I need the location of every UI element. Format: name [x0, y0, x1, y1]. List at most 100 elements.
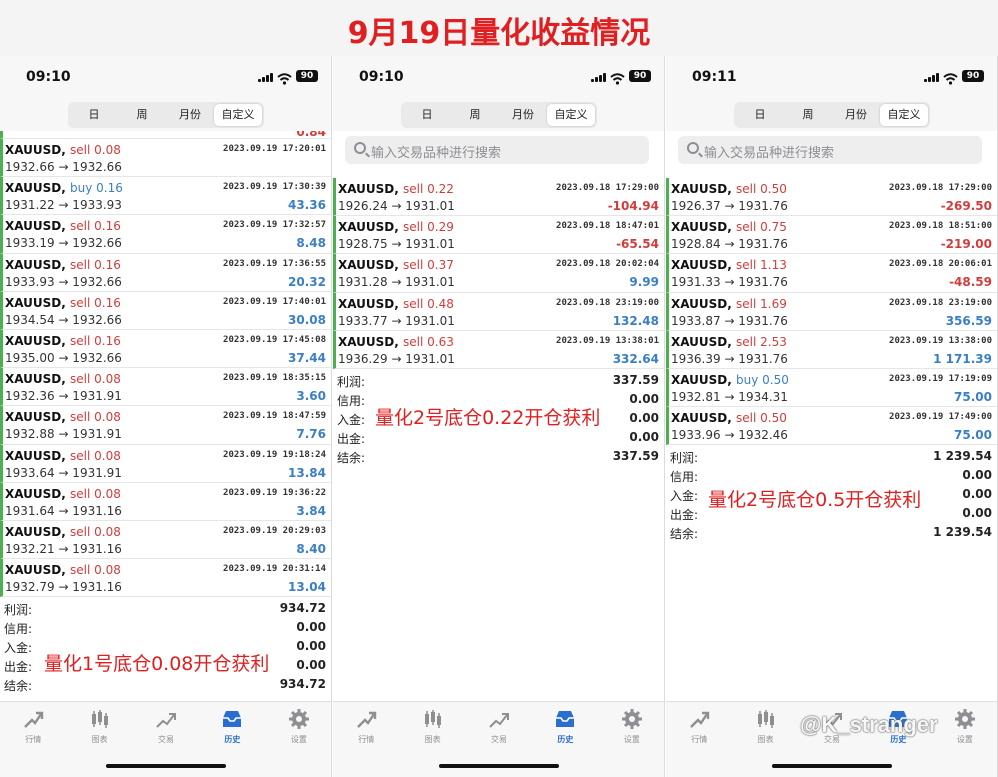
- trade-row[interactable]: XAUUSD, sell 1.13 2023.09.18 20:06:01 1931…: [666, 254, 998, 293]
- trade-symbol: XAUUSD, sell 1.13: [671, 258, 787, 272]
- trade-symbol: XAUUSD, sell 0.16: [5, 296, 121, 310]
- trade-row[interactable]: XAUUSD, sell 0.08 2023.09.19 20:31:14 1932…: [0, 559, 332, 598]
- trade-profit: 43.36: [288, 198, 326, 213]
- segment-1[interactable]: 周: [118, 104, 166, 126]
- trade-prices: 1936.29 → 1931.01: [338, 351, 455, 366]
- bottom-tab-bar: 行情 图表 交易 历史 设置: [0, 701, 332, 777]
- trade-profit: -269.50: [940, 199, 992, 213]
- trade-row[interactable]: XAUUSD, sell 0.37 2023.09.18 20:02:04 1931…: [333, 254, 665, 293]
- trade-prices: 1936.39 → 1931.76: [671, 351, 788, 366]
- tab-settings[interactable]: 设置: [932, 708, 998, 748]
- segment-0[interactable]: 日: [70, 104, 118, 126]
- trade-side: sell 0.22: [403, 182, 454, 196]
- symbol-name: XAUUSD,: [5, 448, 66, 463]
- trade-side: sell 0.08: [70, 563, 121, 578]
- home-indicator: [439, 764, 559, 768]
- trade-prices: 1926.37 → 1931.76: [671, 199, 788, 213]
- summary-label: 利润:: [4, 603, 33, 618]
- trade-row[interactable]: XAUUSD, sell 0.08 2023.09.19 18:35:15 1932…: [0, 368, 332, 407]
- trade-profit: 20.32: [288, 274, 326, 289]
- trade-profit: 3.84: [296, 503, 326, 518]
- search-input[interactable]: 输入交易品种进行搜索: [345, 136, 649, 164]
- trade-row[interactable]: XAUUSD, sell 0.08 2023.09.19 20:29:03 1932…: [0, 520, 332, 560]
- segment-0[interactable]: 日: [736, 104, 784, 126]
- trade-row[interactable]: XAUUSD, sell 0.29 2023.09.18 18:47:01 1928…: [333, 216, 665, 255]
- segment-1[interactable]: 周: [451, 104, 499, 126]
- tab-chart[interactable]: 图表: [399, 708, 465, 748]
- trade-prices: 1932.81 → 1934.31: [671, 389, 788, 404]
- segment-1[interactable]: 周: [784, 104, 832, 126]
- trade-row[interactable]: XAUUSD, sell 0.08 2023.09.19 18:47:59 1932…: [0, 406, 332, 445]
- period-navbar: 日周月份 自定义: [333, 94, 665, 131]
- summary-label: 入金:: [670, 489, 699, 504]
- trade-row[interactable]: XAUUSD, sell 0.08 2023.09.19 17:20:01 1932…: [0, 139, 332, 178]
- trade-datetime: 2023.09.18 23:19:00: [556, 297, 659, 308]
- summary-line: 信用: 0.00: [666, 466, 998, 485]
- trade-row[interactable]: XAUUSD, sell 0.16 2023.09.19 17:40:01 1934…: [0, 291, 332, 330]
- clock: 09:11: [692, 69, 737, 85]
- summary-value: 934.72: [279, 677, 326, 692]
- tab-history[interactable]: 历史: [532, 708, 598, 748]
- partial-profit: 0.84: [296, 131, 326, 139]
- trade-row[interactable]: XAUUSD, sell 0.08 2023.09.19 19:18:24 1933…: [0, 444, 332, 483]
- tab-settings[interactable]: 设置: [599, 708, 665, 748]
- trade-profit: 1 171.39: [933, 351, 992, 366]
- search-input[interactable]: 输入交易品种进行搜索: [678, 136, 982, 164]
- trade-side: sell 0.08: [70, 524, 121, 539]
- status-bar: 09:11 90: [666, 56, 998, 94]
- trade-side: buy 0.50: [736, 372, 789, 387]
- trade-row[interactable]: XAUUSD, sell 0.50 2023.09.18 17:29:00 1926…: [666, 178, 998, 217]
- segment-3[interactable]: 自定义: [214, 104, 262, 126]
- trade-row[interactable]: XAUUSD, sell 0.63 2023.09.19 13:38:01 1936…: [333, 330, 665, 369]
- symbol-name: XAUUSD,: [338, 182, 399, 196]
- trade-datetime: 2023.09.18 18:51:00: [889, 221, 992, 232]
- summary-value: 0.00: [629, 430, 659, 444]
- tab-quotes[interactable]: 行情: [333, 708, 399, 748]
- summary-label: 结余:: [4, 679, 33, 694]
- trade-prices: 1933.19 → 1932.66: [5, 236, 122, 251]
- summary-line: 利润: 1 239.54: [666, 447, 998, 466]
- tab-quotes[interactable]: 行情: [666, 708, 732, 748]
- trade-row[interactable]: XAUUSD, sell 0.16 2023.09.19 17:32:57 1933…: [0, 215, 332, 254]
- trade-row[interactable]: XAUUSD, sell 0.16 2023.09.19 17:36:55 1933…: [0, 253, 332, 292]
- search-placeholder: 输入交易品种进行搜索: [704, 146, 835, 161]
- period-navbar: 日周月份 自定义: [666, 94, 998, 131]
- trade-row[interactable]: XAUUSD, sell 0.75 2023.09.18 18:51:00 1928…: [666, 216, 998, 255]
- trade-datetime: 2023.09.19 13:38:01: [556, 335, 659, 346]
- quotes-icon: [0, 708, 66, 730]
- battery-icon: 90: [296, 70, 318, 82]
- tab-label: 行情: [25, 735, 42, 744]
- segment-3[interactable]: 自定义: [547, 104, 595, 126]
- tab-history[interactable]: 历史: [199, 708, 265, 748]
- tab-quotes[interactable]: 行情: [0, 708, 66, 748]
- segment-2[interactable]: 月份: [499, 104, 547, 126]
- summary-value: 1 239.54: [933, 525, 992, 540]
- tab-settings[interactable]: 设置: [266, 708, 332, 748]
- trade-row[interactable]: XAUUSD, buy 0.16 2023.09.19 17:30:39 1931.…: [0, 177, 332, 216]
- trade-prices: 1933.93 → 1932.66: [5, 274, 122, 289]
- trade-side: sell 0.08: [70, 448, 121, 463]
- trade-prices: 1933.77 → 1931.01: [338, 313, 455, 328]
- trade-row[interactable]: XAUUSD, sell 0.16 2023.09.19 17:45:08 1935…: [0, 329, 332, 369]
- tab-chart[interactable]: 图表: [66, 708, 132, 748]
- trade-row[interactable]: XAUUSD, buy 0.50 2023.09.19 17:19:09 1932.…: [666, 368, 998, 408]
- tab-trade[interactable]: 交易: [133, 708, 199, 748]
- tab-trade[interactable]: 交易: [466, 708, 532, 748]
- trade-row[interactable]: XAUUSD, sell 0.50 2023.09.19 17:49:00 1933…: [666, 407, 998, 446]
- trade-datetime: 2023.09.18 20:06:01: [889, 259, 992, 270]
- trade-list: XAUUSD, sell 0.22 2023.09.18 17:29:00 1926…: [333, 178, 665, 369]
- trade-datetime: 2023.09.19 19:36:22: [223, 487, 326, 498]
- tab-chart[interactable]: 图表: [732, 708, 798, 748]
- trade-row[interactable]: XAUUSD, sell 1.69 2023.09.18 23:19:00 1933…: [666, 292, 998, 331]
- trade-prices: 1928.84 → 1931.76: [671, 237, 788, 252]
- segment-3[interactable]: 自定义: [880, 104, 928, 126]
- segment-0[interactable]: 日: [403, 104, 451, 126]
- trade-side: sell 2.53: [736, 334, 787, 349]
- segment-2[interactable]: 月份: [832, 104, 880, 126]
- trade-row[interactable]: XAUUSD, sell 2.53 2023.09.19 13:38:00 1936…: [666, 330, 998, 369]
- trade-row[interactable]: XAUUSD, sell 0.48 2023.09.18 23:19:00 1933…: [333, 292, 665, 331]
- segment-2[interactable]: 月份: [166, 104, 214, 126]
- trade-side: sell 1.13: [736, 258, 787, 273]
- trade-row[interactable]: XAUUSD, sell 0.22 2023.09.18 17:29:00 1926…: [333, 178, 665, 217]
- trade-row[interactable]: XAUUSD, sell 0.08 2023.09.19 19:36:22 1931…: [0, 482, 332, 521]
